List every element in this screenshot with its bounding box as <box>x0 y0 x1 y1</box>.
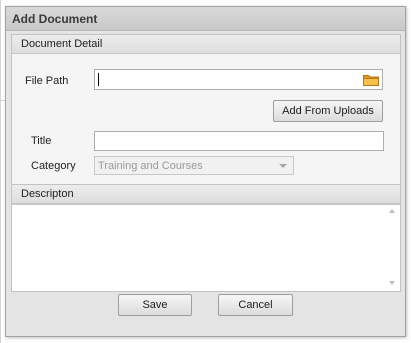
save-button[interactable]: Save <box>118 294 192 316</box>
dialog-title: Add Document <box>12 12 98 26</box>
text-caret <box>98 73 99 86</box>
add-document-dialog: Add Document Document Detail File Path A… <box>5 6 406 337</box>
file-path-input[interactable] <box>94 69 383 90</box>
document-detail-header: Document Detail <box>12 35 400 54</box>
add-from-uploads-button[interactable]: Add From Uploads <box>273 100 383 122</box>
scroll-down-icon[interactable] <box>389 281 395 285</box>
chevron-down-icon[interactable] <box>279 164 287 168</box>
file-path-label: File Path <box>25 75 69 87</box>
description-panel: Descripton <box>11 184 401 292</box>
scroll-up-icon[interactable] <box>389 209 395 213</box>
cancel-button[interactable]: Cancel <box>218 294 293 316</box>
title-label: Title <box>31 135 52 147</box>
category-selected-value: Training and Courses <box>98 160 203 172</box>
description-header: Descripton <box>12 185 400 204</box>
folder-icon[interactable] <box>363 74 379 86</box>
category-select[interactable]: Training and Courses <box>94 156 294 175</box>
document-detail-panel: Document Detail File Path Add From Uploa… <box>11 34 401 188</box>
title-input[interactable] <box>94 131 384 151</box>
dialog-titlebar[interactable]: Add Document <box>6 7 405 31</box>
description-textarea[interactable] <box>12 204 400 291</box>
category-label: Category <box>31 160 76 172</box>
background-divider <box>0 0 1 343</box>
